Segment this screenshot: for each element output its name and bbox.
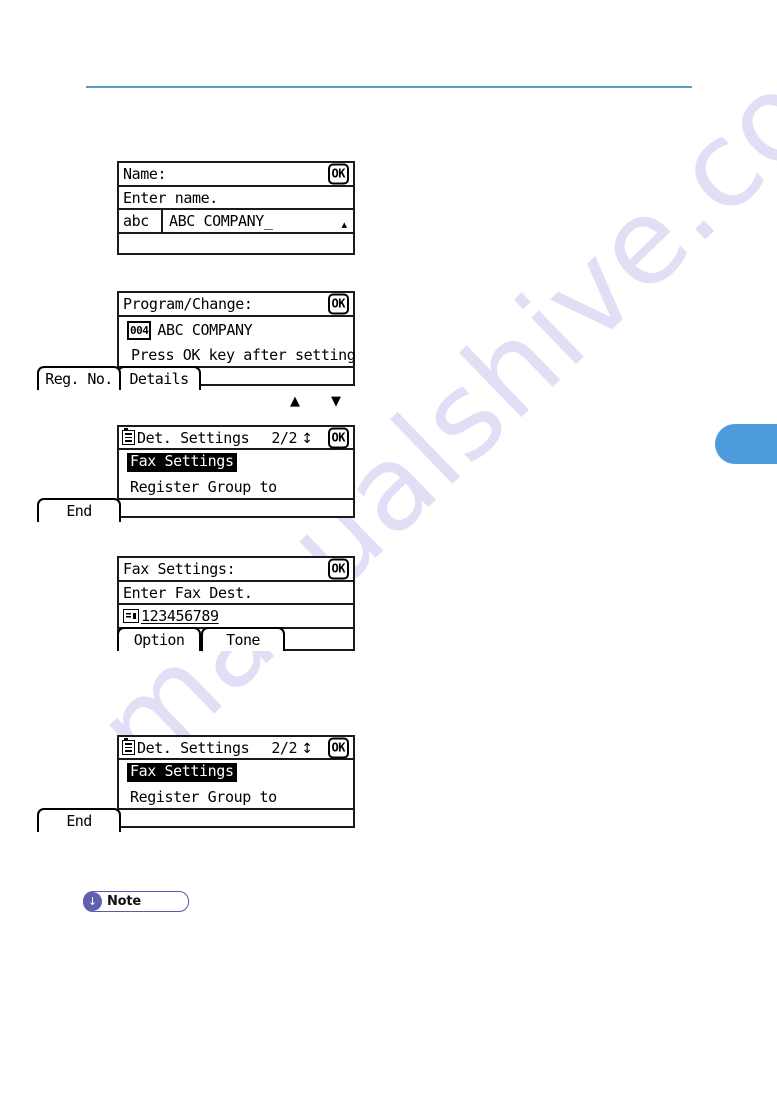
softkey-label: End: [66, 812, 92, 830]
fax-machine-icon: [123, 609, 139, 623]
instruction-row: Press OK key after setting: [119, 343, 356, 366]
fax-number-row[interactable]: 123456789: [119, 605, 353, 629]
list-document-icon: [122, 427, 135, 445]
down-arrow-circle-icon: ↓: [83, 892, 102, 911]
list-item-row[interactable]: Fax Settings: [119, 760, 353, 785]
name-input-value[interactable]: ABC COMPANY_: [163, 212, 273, 230]
softkey-option[interactable]: Option: [117, 627, 201, 651]
panel-title: Name:: [123, 165, 167, 183]
softkey-row: Details Reg. No.: [37, 366, 353, 390]
panel-title: Det. Settings: [137, 428, 250, 447]
page-indicator: 2/2: [271, 428, 297, 447]
softkey-row: Option Tone: [117, 627, 353, 651]
list-item-fax-settings[interactable]: Fax Settings: [127, 453, 237, 472]
panel-header: Program/Change: OK: [119, 293, 353, 317]
flow-arrows: ▲ ▼: [285, 393, 365, 411]
page-side-tab: [715, 424, 777, 464]
softkey-row: End: [37, 498, 353, 522]
list-item-row[interactable]: Register Group to: [119, 475, 353, 498]
registration-number-badge: 004: [127, 320, 152, 340]
list-document-icon: [122, 737, 135, 755]
list-item-row[interactable]: Fax Settings: [119, 450, 353, 475]
header-rule: [86, 86, 692, 88]
entry-name: ABC COMPANY: [157, 321, 253, 339]
softkey-end[interactable]: End: [37, 808, 121, 832]
scroll-up-indicator: ▴: [341, 218, 347, 231]
prompt-row: Enter Fax Dest.: [119, 582, 353, 605]
softkey-end[interactable]: End: [37, 498, 121, 522]
lcd-panel-name-entry: Name: OK Enter name. abc ABC COMPANY_ ▴: [117, 161, 355, 255]
softkey-row: End: [37, 808, 353, 832]
softkey-label: End: [66, 502, 92, 520]
prompt-text: Enter name.: [123, 188, 218, 207]
scroll-updown-icon[interactable]: ↕: [301, 432, 313, 446]
softkey-label: Reg. No.: [45, 370, 113, 388]
blank-row: [119, 234, 353, 253]
panel-title: Program/Change:: [123, 295, 253, 313]
lcd-panel-fax-settings: Fax Settings: OK Enter Fax Dest. 1234567…: [117, 556, 355, 651]
ok-button[interactable]: OK: [327, 737, 349, 758]
fax-number-value[interactable]: 123456789: [140, 607, 219, 625]
panel-title: Fax Settings:: [123, 560, 236, 578]
instruction-text: Press OK key after setting: [131, 345, 356, 364]
panel-header: Det. Settings 2/2 ↕ OK: [119, 737, 353, 760]
ok-button[interactable]: OK: [327, 293, 349, 315]
list-item-row[interactable]: Register Group to: [119, 785, 353, 808]
arrow-down-icon: ▼: [331, 394, 341, 409]
panel-title: Det. Settings: [137, 738, 250, 757]
note-label: Note: [107, 894, 142, 909]
panel-header: Name: OK: [119, 163, 353, 187]
list-item-register-group[interactable]: Register Group to: [127, 478, 277, 496]
softkey-label: Option: [133, 631, 185, 649]
ok-button[interactable]: OK: [327, 558, 349, 580]
softkey-label: Tone: [226, 631, 260, 649]
arrow-up-icon: ▲: [290, 394, 300, 409]
softkey-label: Details: [129, 370, 189, 388]
panel-header: Det. Settings 2/2 ↕ OK: [119, 427, 353, 450]
softkey-tone[interactable]: Tone: [201, 627, 285, 651]
note-badge: ↓ Note: [83, 891, 189, 912]
ok-button[interactable]: OK: [327, 163, 349, 185]
page-indicator: 2/2: [271, 738, 297, 757]
input-mode-label[interactable]: abc: [119, 210, 163, 232]
panel-header: Fax Settings: OK: [119, 558, 353, 582]
entry-row: 004 ABC COMPANY: [119, 317, 353, 343]
watermark-text: manualshive.com: [70, 0, 777, 800]
softkey-details[interactable]: Details: [117, 366, 201, 390]
lcd-panel-det-settings-1: Det. Settings 2/2 ↕ OK Fax Settings Regi…: [37, 425, 355, 522]
ok-button[interactable]: OK: [327, 427, 349, 448]
scroll-updown-icon[interactable]: ↕: [301, 742, 313, 756]
lcd-panel-det-settings-2: Det. Settings 2/2 ↕ OK Fax Settings Regi…: [37, 735, 355, 832]
input-row[interactable]: abc ABC COMPANY_ ▴: [119, 210, 353, 234]
lcd-panel-program-change: Program/Change: OK 004 ABC COMPANY Press…: [37, 291, 356, 390]
list-item-register-group[interactable]: Register Group to: [127, 788, 277, 806]
prompt-text: Enter Fax Dest.: [123, 583, 253, 602]
list-item-fax-settings[interactable]: Fax Settings: [127, 763, 237, 782]
softkey-reg-no[interactable]: Reg. No.: [37, 366, 121, 390]
prompt-row: Enter name.: [119, 187, 353, 210]
